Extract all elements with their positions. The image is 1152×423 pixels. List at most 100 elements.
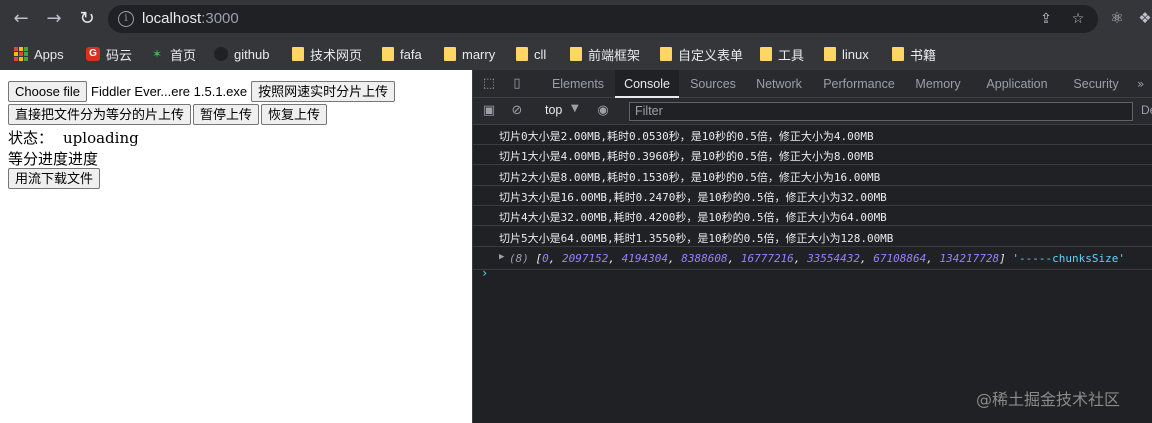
filter-placeholder: Filter [635,104,663,118]
resume-upload-button[interactable]: 恢复上传 [261,104,328,125]
console-log-line: 切片1大小是4.00MB,耗时0.3960秒，是10秒的0.5倍，修正大小为8.… [473,145,1152,165]
bookmark-folder-tools[interactable]: 工具 [760,45,804,63]
bookmark-label: marry [462,46,496,62]
bookmark-github[interactable]: github [214,45,269,63]
realtime-chunk-upload-button[interactable]: 按照网速实时分片上传 [251,81,396,102]
log-text: 切片2大小是8.00MB,耗时0.1530秒，是10秒的0.5倍，修正大小为16… [499,171,881,184]
bookmark-label: 首页 [170,47,197,63]
context-selector[interactable]: top [545,103,562,117]
choose-file-button[interactable]: Choose file [8,81,88,102]
bookmark-home[interactable]: ✶ 首页 [150,45,196,63]
status-label: 状态： [8,129,54,147]
more-tabs-icon[interactable]: » [1137,70,1144,98]
bookmark-folder-cll[interactable]: cll [516,45,546,63]
reload-icon[interactable]: ↻ [76,8,98,30]
back-arrow-icon[interactable]: ← [10,8,32,30]
tab-application[interactable]: Application [977,70,1057,98]
pause-upload-button[interactable]: 暂停上传 [193,104,260,125]
tab-security[interactable]: Security [1065,70,1127,98]
folder-icon [824,47,836,61]
status-value: uploading [63,129,139,147]
tab-memory[interactable]: Memory [909,70,967,98]
folder-icon [292,47,304,61]
inspect-element-icon[interactable]: ⬚ [481,76,497,92]
bookmark-folder-frameworks[interactable]: 前端框架 [570,45,640,63]
web-page: Choose file Fiddler Ever...ere 1.5.1.exe… [0,70,472,423]
equal-chunk-upload-button[interactable]: 直接把文件分为等分的片上传 [8,104,192,125]
bookmark-apps[interactable]: Apps [14,45,64,63]
folder-icon [892,47,904,61]
forward-arrow-icon[interactable]: → [43,8,65,30]
array-label-string: '-----chunksSize' [1012,252,1125,265]
bookmark-label: linux [842,46,869,62]
array-value: 8388608 [681,252,728,265]
filter-input[interactable]: Filter [629,102,1133,121]
bookmark-folder-tech[interactable]: 技术网页 [292,45,362,63]
status-text: 状态： uploading [8,127,139,148]
progress-label: 等分进度进度 [8,150,99,168]
console-output: 切片0大小是2.00MB,耗时0.0530秒，是10秒的0.5倍，修正大小为4.… [473,125,1152,423]
array-value: 16777216 [740,252,794,265]
tab-sources[interactable]: Sources [683,70,743,98]
bookmark-folder-marry[interactable]: marry [444,45,495,63]
bookmark-label: 工具 [778,47,805,63]
default-levels-dropdown[interactable]: De [1141,103,1152,117]
star-icon[interactable]: ☆ [1070,11,1086,27]
bookmark-folder-forms[interactable]: 自定义表单 [660,45,743,63]
console-prompt[interactable]: › [481,266,488,280]
bookmark-label: cll [534,46,547,62]
share-icon[interactable]: ⇪ [1038,11,1054,27]
selected-file-name: Fiddler Ever...ere 1.5.1.exe [91,84,248,99]
folder-icon [760,47,772,61]
log-text: 切片0大小是2.00MB,耗时0.0530秒，是10秒的0.5倍，修正大小为4.… [499,130,874,143]
array-value: 67108864 [873,252,927,265]
array-value: 4194304 [621,252,668,265]
status-row: 状态： uploading [8,127,139,148]
sidebar-toggle-icon[interactable]: ▣ [481,103,497,119]
bookmark-folder-books[interactable]: 书籍 [892,45,936,63]
console-log-line: 切片5大小是64.00MB,耗时1.3550秒，是10秒的0.5倍，修正大小为1… [473,227,1152,247]
folder-icon [516,47,528,61]
bookmark-label: 自定义表单 [678,47,744,63]
info-icon[interactable]: i [118,11,134,27]
file-upload-row: Choose file Fiddler Ever...ere 1.5.1.exe… [8,81,397,102]
tab-performance[interactable]: Performance [819,70,899,98]
console-log-line: 切片3大小是16.00MB,耗时0.2470秒，是10秒的0.5倍，修正大小为3… [473,186,1152,206]
array-value: 0 [542,252,549,265]
bookmark-label: 码云 [106,47,133,63]
device-toggle-icon[interactable]: ▯ [509,76,525,92]
console-toolbar: ▣ ⊘ top ▼ ◉ Filter De [473,98,1152,125]
browser-toolbar: ← → ↻ i localhost:3000 ⇪ ☆ ⚛ ❖ [0,0,1152,38]
folder-icon [570,47,582,61]
url-text: localhost:3000 [142,10,239,27]
tab-network[interactable]: Network [749,70,809,98]
extension-puzzle-icon[interactable]: ❖ [1136,9,1152,27]
bookmark-folder-fafa[interactable]: fafa [382,45,422,63]
array-count: (8) [509,252,529,265]
extension-icon[interactable]: ⚛ [1108,9,1126,27]
bookmark-label: github [234,46,270,62]
stream-download-button[interactable]: 用流下载文件 [8,168,101,189]
console-array-line[interactable]: ▶ (8) [0, 2097152, 4194304, 8388608, 167… [473,248,1152,270]
array-value: 2097152 [562,252,609,265]
log-text: 切片5大小是64.00MB,耗时1.3550秒，是10秒的0.5倍，修正大小为1… [499,232,894,245]
browser-chrome: ← → ↻ i localhost:3000 ⇪ ☆ ⚛ ❖ Apps G 码云… [0,0,1152,70]
eye-icon[interactable]: ◉ [595,103,611,119]
bookmark-gitee[interactable]: G 码云 [86,45,132,63]
expand-triangle-icon[interactable]: ▶ [499,252,504,262]
upload-controls-row: 直接把文件分为等分的片上传 暂停上传 恢复上传 [8,104,329,125]
console-log-line: 切片2大小是8.00MB,耗时0.1530秒，是10秒的0.5倍，修正大小为16… [473,166,1152,186]
array-value: 134217728 [939,252,1000,265]
tab-console[interactable]: Console [615,70,679,98]
folder-icon [444,47,456,61]
tab-elements[interactable]: Elements [545,70,611,98]
address-bar[interactable]: i localhost:3000 ⇪ ☆ [108,5,1098,33]
progress-row: 等分进度进度 [8,148,98,169]
github-icon [214,47,228,61]
clear-console-icon[interactable]: ⊘ [509,103,525,119]
bookmark-folder-linux[interactable]: linux [824,45,869,63]
devtools-tab-bar: ⬚ ▯ Elements Console Sources Network Per… [473,70,1152,98]
screenshot-root: ← → ↻ i localhost:3000 ⇪ ☆ ⚛ ❖ Apps G 码云… [0,0,1152,423]
watermark: @稀土掘金技术社区 [976,390,1121,409]
gitee-icon: G [86,47,100,61]
